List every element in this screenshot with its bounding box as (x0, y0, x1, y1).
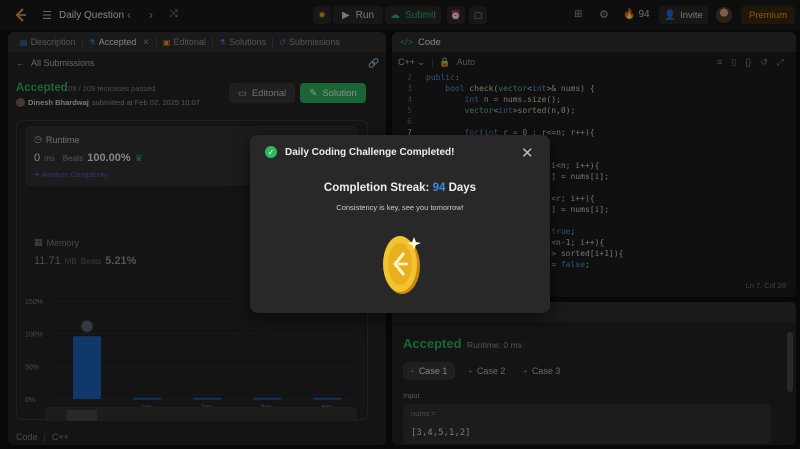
modal-subtitle: Consistency is key, see you tomorrow! (336, 203, 464, 212)
check-circle-icon: ✓ (265, 146, 277, 158)
completion-streak: Completion Streak: 94 Days (250, 182, 550, 194)
modal-title: Daily Coding Challenge Completed! (285, 147, 455, 158)
close-icon[interactable]: ✕ (521, 144, 534, 162)
streak-suffix: Days (448, 182, 477, 194)
streak-prefix: Completion Streak: (323, 182, 430, 194)
streak-days: 94 (432, 182, 446, 194)
daily-challenge-modal: ✓ Daily Coding Challenge Completed! ✕ Co… (250, 135, 550, 313)
gold-coin-icon (383, 236, 421, 294)
